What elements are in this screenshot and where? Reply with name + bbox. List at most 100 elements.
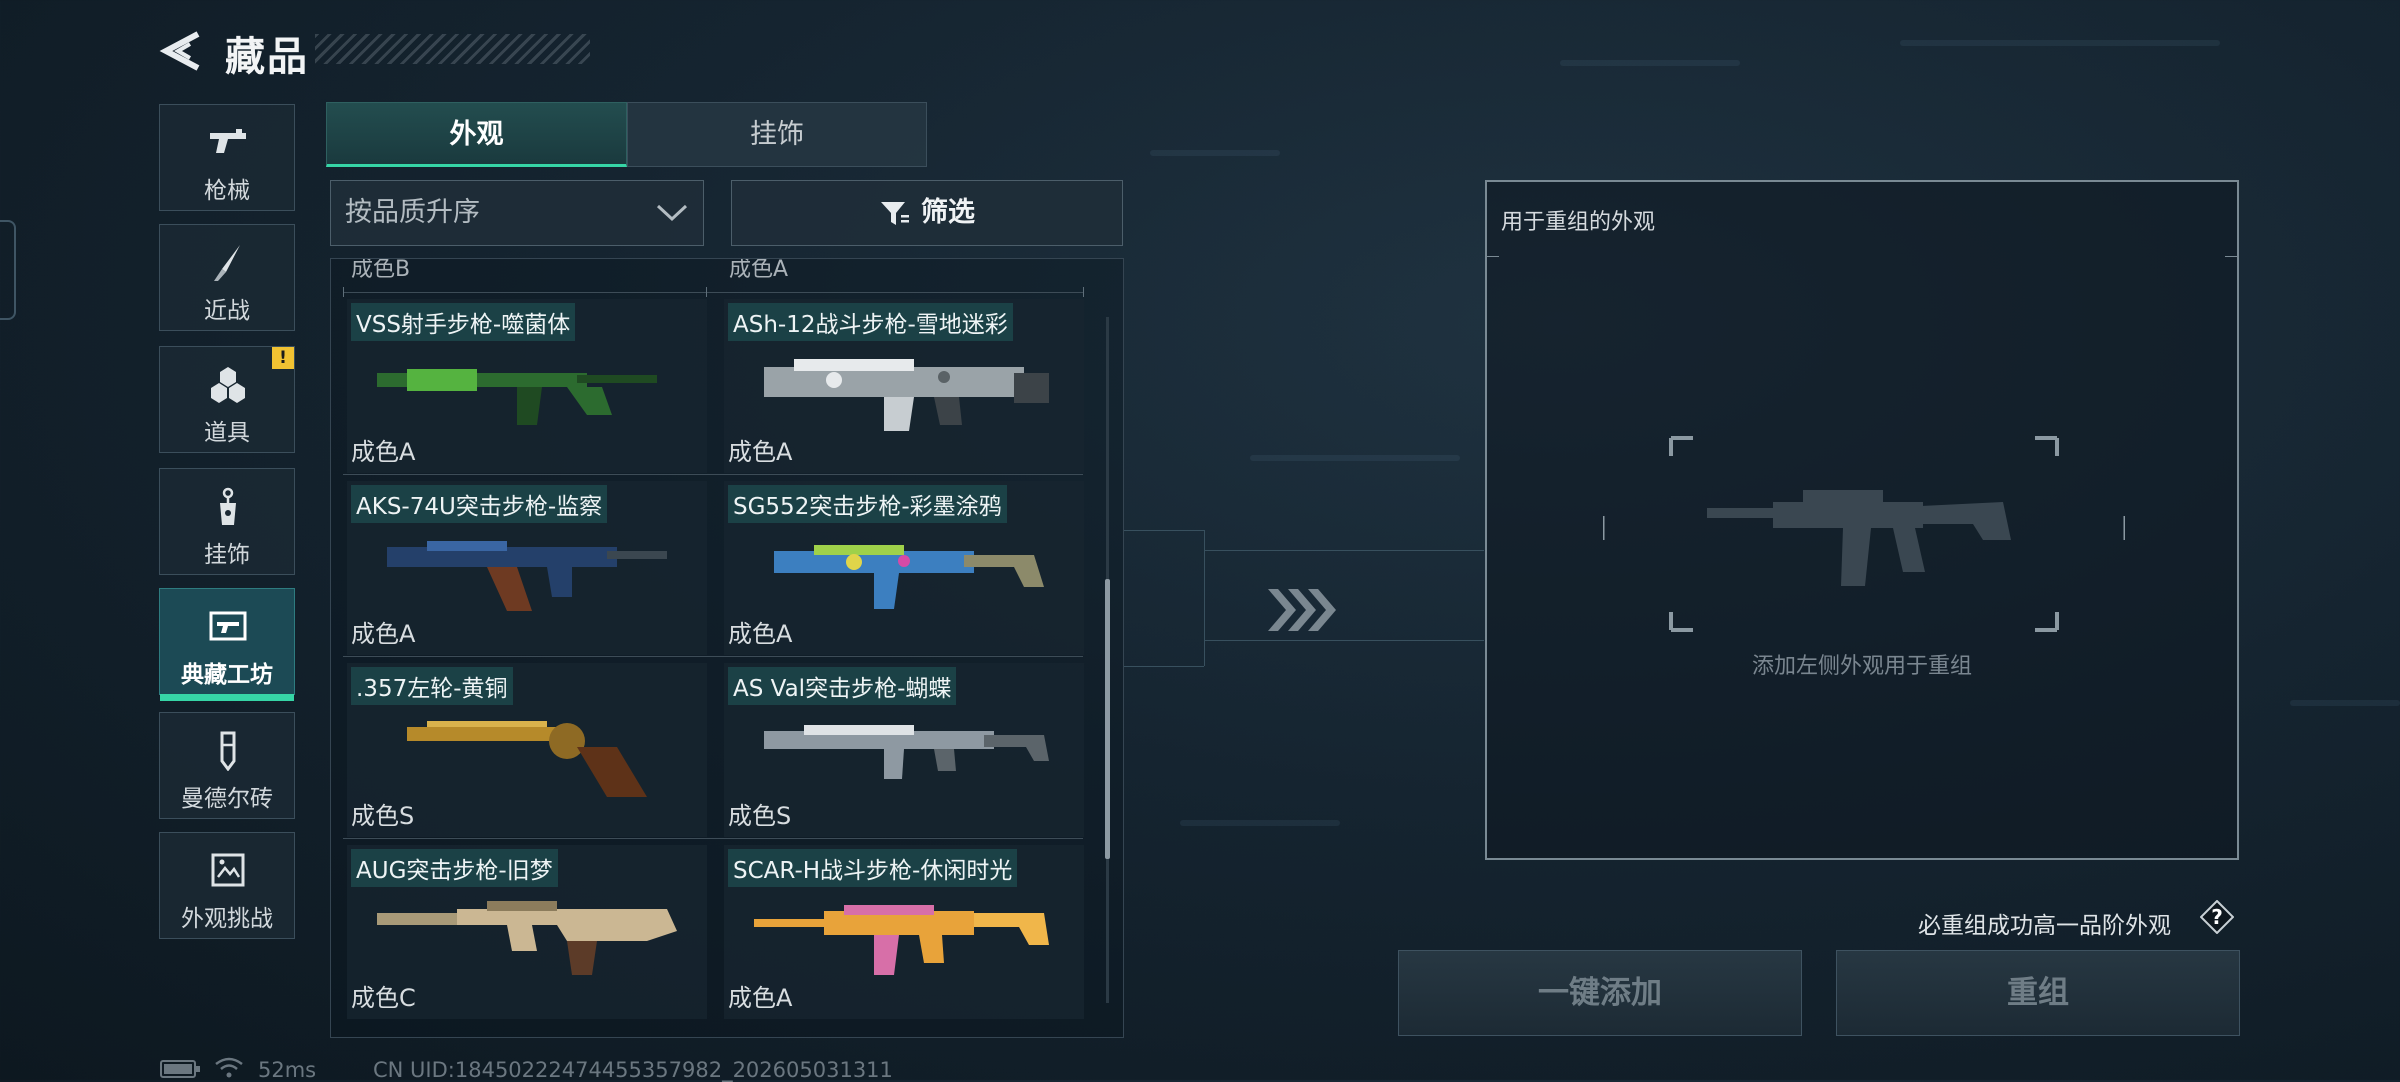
reassemble-slot-panel[interactable]: 用于重组的外观 添加左侧外观用于重组 bbox=[1485, 180, 2239, 860]
skin-name: VSS射手步枪-噬菌体 bbox=[351, 303, 576, 341]
category-mandel-brick[interactable]: 曼德尔砖 bbox=[159, 712, 295, 819]
skin-grade: 成色A bbox=[728, 438, 793, 466]
rifle-skin-image bbox=[754, 905, 1049, 975]
knife-icon bbox=[214, 245, 240, 281]
back-arrow-icon[interactable] bbox=[158, 28, 204, 74]
chevron-down-icon bbox=[656, 204, 688, 222]
skin-card-sg552[interactable]: SG552突击步枪-彩墨涂鸦 成色A bbox=[724, 481, 1084, 655]
category-guns[interactable]: 枪械 bbox=[159, 104, 295, 211]
skin-card-aks74u[interactable]: AKS-74U突击步枪-监察 成色A bbox=[347, 481, 707, 655]
charm-icon bbox=[220, 487, 236, 525]
connector-line bbox=[1124, 530, 1204, 531]
sort-label: 按品质升序 bbox=[345, 197, 480, 228]
frame-tick bbox=[1487, 256, 1499, 257]
skin-name: SG552突击步枪-彩墨涂鸦 bbox=[728, 485, 1007, 523]
row-divider bbox=[343, 292, 1083, 293]
connector-line bbox=[1204, 640, 1484, 641]
svg-text:?: ? bbox=[2211, 905, 2223, 929]
revolver-skin-image bbox=[407, 721, 647, 797]
connector-line bbox=[1204, 530, 1205, 666]
grade-label: 成色B bbox=[351, 258, 411, 282]
frame-tick bbox=[2225, 256, 2237, 257]
skin-grade: 成色A bbox=[728, 620, 793, 648]
category-label: 曼德尔砖 bbox=[181, 786, 273, 812]
background-streak bbox=[1560, 60, 1740, 66]
skin-card-ash12[interactable]: ASh-12战斗步枪-雪地迷彩 成色A bbox=[724, 299, 1084, 473]
challenge-icon bbox=[211, 853, 245, 887]
category-melee[interactable]: 近战 bbox=[159, 224, 295, 331]
row-divider bbox=[343, 474, 1083, 475]
tab-charms[interactable]: 挂饰 bbox=[627, 102, 927, 167]
rifle-placeholder-icon bbox=[1603, 436, 2125, 632]
skin-name: AKS-74U突击步枪-监察 bbox=[351, 485, 608, 523]
skin-name: SCAR-H战斗步枪-休闲时光 bbox=[728, 849, 1018, 887]
grenade-icon bbox=[211, 367, 245, 403]
category-label: 枪械 bbox=[204, 178, 250, 204]
user-uid: CN UID:18450222474455357982_202605031311 bbox=[373, 1058, 893, 1082]
skin-card-357-revolver[interactable]: .357左轮-黄铜 成色S bbox=[347, 663, 707, 837]
tab-appearance[interactable]: 外观 bbox=[326, 102, 627, 167]
active-indicator bbox=[160, 694, 294, 701]
connector-line bbox=[1204, 550, 1484, 551]
battery-icon bbox=[160, 1060, 200, 1078]
filter-button[interactable]: 筛选 bbox=[731, 180, 1123, 246]
category-appearance-challenge[interactable]: 外观挑战 bbox=[159, 832, 295, 939]
rifle-skin-image bbox=[387, 541, 667, 611]
row-divider bbox=[343, 656, 1083, 657]
warning-badge: ! bbox=[272, 347, 294, 369]
workshop-icon bbox=[209, 611, 247, 641]
category-charms[interactable]: 挂饰 bbox=[159, 468, 295, 575]
background-streak bbox=[2290, 700, 2400, 706]
brick-icon bbox=[220, 731, 236, 771]
rifle-skin-image bbox=[764, 725, 1049, 779]
wifi-icon bbox=[215, 1057, 243, 1078]
sort-dropdown[interactable]: 按品质升序 bbox=[330, 180, 704, 246]
background-streak bbox=[1150, 150, 1280, 156]
add-all-button[interactable]: 一键添加 bbox=[1398, 950, 1802, 1036]
skin-name: .357左轮-黄铜 bbox=[351, 667, 513, 705]
panel-hint: 添加左侧外观用于重组 bbox=[1751, 654, 1972, 679]
skin-name: ASh-12战斗步枪-雪地迷彩 bbox=[728, 303, 1013, 341]
category-label: 道具 bbox=[204, 420, 250, 446]
page-title: 藏品 bbox=[225, 34, 309, 80]
category-label: 典藏工坊 bbox=[181, 662, 273, 688]
row-divider-tick bbox=[343, 287, 344, 297]
skin-card-scar-h[interactable]: SCAR-H战斗步枪-休闲时光 成色A bbox=[724, 845, 1084, 1019]
skin-name: AUG突击步枪-旧梦 bbox=[351, 849, 558, 887]
category-label: 外观挑战 bbox=[181, 906, 273, 932]
skin-grade: 成色S bbox=[728, 802, 792, 830]
grade-label: 成色A bbox=[729, 258, 789, 282]
row-divider-tick bbox=[1083, 287, 1084, 297]
background-streak bbox=[1180, 820, 1340, 826]
skin-card-aug[interactable]: AUG突击步枪-旧梦 成色C bbox=[347, 845, 707, 1019]
rifle-skin-image bbox=[774, 545, 1044, 609]
side-drawer-handle[interactable] bbox=[0, 220, 16, 320]
rifle-skin-image bbox=[764, 359, 1049, 431]
panel-title: 用于重组的外观 bbox=[1501, 210, 1656, 235]
skin-list[interactable]: 成色B 成色A VSS射手步枪-噬菌体 成色A ASh-12战斗步枪-雪地迷彩 … bbox=[330, 258, 1124, 1038]
skin-card-as-val[interactable]: AS Val突击步枪-蝴蝶 成色S bbox=[724, 663, 1084, 837]
skin-card-vss[interactable]: VSS射手步枪-噬菌体 成色A bbox=[347, 299, 707, 473]
category-workshop[interactable]: 典藏工坊 bbox=[159, 588, 295, 701]
gun-icon bbox=[210, 129, 246, 153]
row-divider bbox=[343, 838, 1083, 839]
filter-icon bbox=[881, 201, 909, 225]
skin-name: AS Val突击步枪-蝴蝶 bbox=[728, 667, 957, 705]
rifle-skin-image bbox=[377, 369, 657, 425]
skin-grade: 成色A bbox=[351, 620, 416, 648]
category-items[interactable]: 道具 ! bbox=[159, 346, 295, 453]
filter-label: 筛选 bbox=[921, 197, 975, 228]
category-label: 挂饰 bbox=[204, 542, 250, 568]
skin-grade: 成色C bbox=[351, 984, 416, 1012]
scrollbar-thumb[interactable] bbox=[1105, 579, 1110, 859]
help-icon[interactable]: ? bbox=[2200, 900, 2234, 934]
reassemble-button[interactable]: 重组 bbox=[1836, 950, 2240, 1036]
rifle-skin-image bbox=[377, 901, 677, 975]
skin-grade: 成色A bbox=[351, 438, 416, 466]
connector-line bbox=[1124, 666, 1204, 667]
ping-readout: 52ms bbox=[258, 1058, 317, 1082]
row-divider-tick bbox=[706, 287, 707, 297]
category-label: 近战 bbox=[204, 298, 250, 324]
success-note: 必重组成功高一品阶外观 bbox=[1918, 913, 2171, 939]
skin-grade: 成色S bbox=[351, 802, 415, 830]
